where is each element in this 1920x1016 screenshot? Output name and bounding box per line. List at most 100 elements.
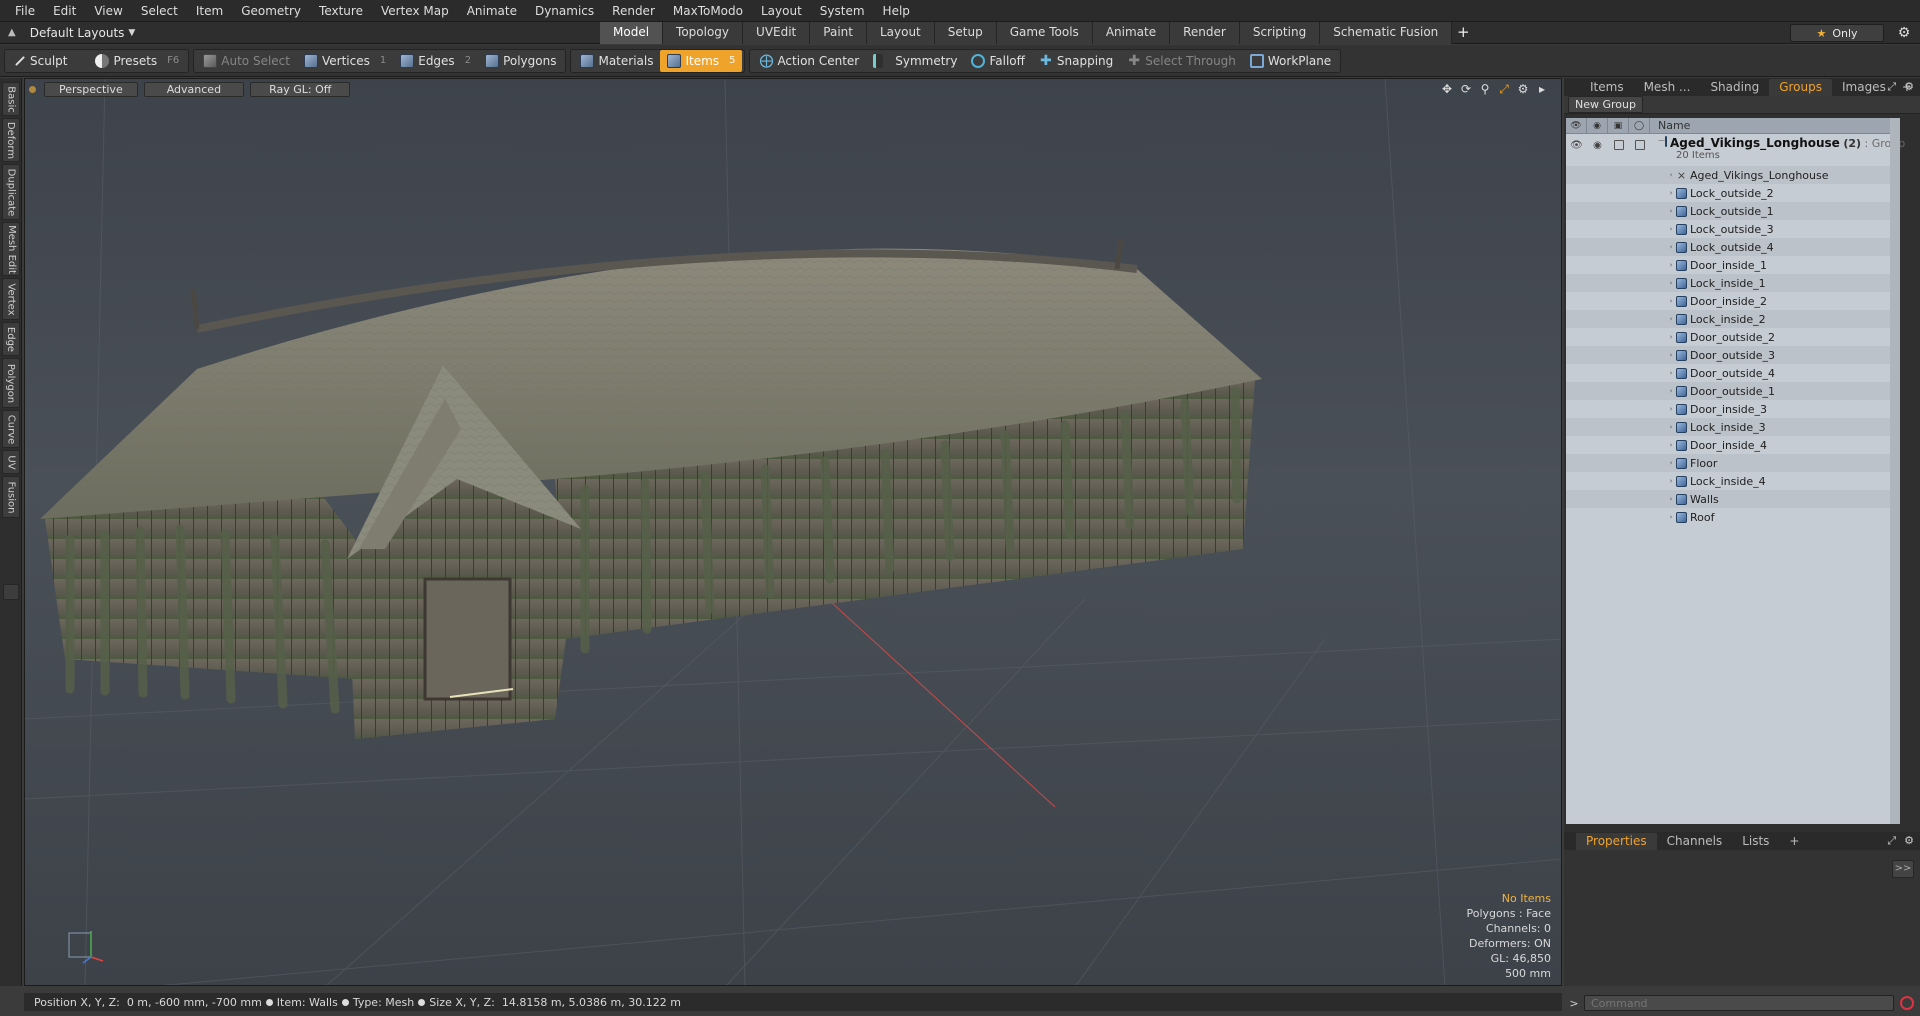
expand-button[interactable]: >> [1892, 860, 1914, 878]
menu-layout[interactable]: Layout [752, 0, 811, 22]
snapping-button[interactable]: ✚ Snapping [1032, 50, 1120, 72]
tab-lists[interactable]: Lists [1732, 833, 1779, 850]
tab-properties[interactable]: Properties [1576, 832, 1657, 850]
tab-animate[interactable]: Animate [1092, 21, 1171, 44]
eye-icon[interactable]: 👁 [1566, 136, 1587, 154]
expand-arrow-icon[interactable]: › [1666, 189, 1676, 197]
menu-select[interactable]: Select [132, 0, 187, 22]
tab-images[interactable]: Images [1832, 79, 1896, 96]
left-tab-deform[interactable]: Deform [2, 118, 20, 162]
menu-vertex-map[interactable]: Vertex Map [372, 0, 458, 22]
left-tab-mesh-edit[interactable]: Mesh Edit [2, 222, 20, 276]
tree-item-row[interactable]: › Lock_outside_3 [1566, 220, 1900, 238]
menu-geometry[interactable]: Geometry [232, 0, 310, 22]
command-input[interactable] [1584, 995, 1894, 1011]
menu-system[interactable]: System [811, 0, 874, 22]
tab-game-tools[interactable]: Game Tools [996, 21, 1093, 44]
menu-edit[interactable]: Edit [44, 0, 85, 22]
expand-arrow-icon[interactable]: › [1666, 351, 1676, 359]
layout-selector[interactable]: ▲ Default Layouts ▼ [0, 26, 600, 40]
render-icon[interactable]: ◉ [1587, 136, 1608, 154]
tree-item-row[interactable]: › Lock_inside_4 [1566, 472, 1900, 490]
tab-model[interactable]: Model [600, 21, 664, 44]
action-center-button[interactable]: ⨁ Action Center [752, 50, 866, 72]
menu-dynamics[interactable]: Dynamics [526, 0, 603, 22]
expand-arrow-icon[interactable]: › [1666, 279, 1676, 287]
expand-arrow-icon[interactable]: › [1666, 297, 1676, 305]
new-group-button[interactable]: New Group [1568, 96, 1643, 113]
gear-icon[interactable]: ⚙ [1904, 80, 1914, 94]
tree-item-row[interactable]: › Door_inside_4 [1566, 436, 1900, 454]
gear-icon[interactable]: ⚙ [1896, 25, 1912, 41]
tree-item-row[interactable]: › Lock_outside_2 [1566, 184, 1900, 202]
render-icon[interactable]: ◉ [1587, 117, 1608, 134]
tab-shading[interactable]: Shading [1700, 79, 1769, 96]
left-tab-fusion[interactable]: Fusion [2, 476, 20, 518]
expand-arrow-icon[interactable]: › [1666, 171, 1676, 179]
menu-item[interactable]: Item [187, 0, 232, 22]
left-tab-polygon[interactable]: Polygon [2, 358, 20, 408]
tab-items[interactable]: Items [1580, 79, 1634, 96]
expand-arrow-icon[interactable]: › [1666, 369, 1676, 377]
items-button[interactable]: Items 5 [660, 49, 743, 72]
tree-item-row[interactable]: › Roof [1566, 508, 1900, 526]
expand-arrow-icon[interactable]: › [1666, 261, 1676, 269]
expand-arrow-icon[interactable]: › [1666, 333, 1676, 341]
maximize-icon[interactable]: ⤢ [1887, 80, 1896, 94]
tree-item-row[interactable]: › Door_inside_1 [1566, 256, 1900, 274]
presets-button[interactable]: Presets F6 [88, 50, 186, 72]
shading-dropdown[interactable]: Advanced [143, 82, 245, 97]
tree-item-row[interactable]: › Lock_inside_2 [1566, 310, 1900, 328]
expand-arrow-icon[interactable]: › [1666, 405, 1676, 413]
tree-item-row[interactable]: › Lock_inside_1 [1566, 274, 1900, 292]
menu-view[interactable]: View [85, 0, 131, 22]
tree-item-row[interactable]: › ⨯ Aged_Vikings_Longhouse [1566, 166, 1900, 184]
rotate-icon[interactable]: ⟳ [1459, 82, 1473, 96]
expand-arrow-icon[interactable]: › [1666, 459, 1676, 467]
tree-item-row[interactable]: › Door_outside_4 [1566, 364, 1900, 382]
expand-arrow-icon[interactable]: › [1666, 387, 1676, 395]
gear-icon[interactable]: ⚙ [1904, 834, 1914, 848]
tab-render[interactable]: Render [1170, 21, 1240, 44]
tree-item-row[interactable]: › Door_inside_2 [1566, 292, 1900, 310]
lock-icon[interactable]: ▣ [1608, 117, 1629, 134]
select-toggle[interactable] [1629, 136, 1650, 154]
auto-select-button[interactable]: Auto Select [196, 50, 297, 72]
layout-up-icon[interactable]: ▲ [8, 27, 16, 38]
expand-arrow-icon[interactable]: › [1666, 243, 1676, 251]
expand-arrow-icon[interactable]: › [1666, 225, 1676, 233]
workplane-button[interactable]: WorkPlane [1243, 50, 1338, 72]
menu-texture[interactable]: Texture [310, 0, 372, 22]
only-button[interactable]: ★ Only [1790, 24, 1884, 42]
vertices-button[interactable]: Vertices 1 [297, 50, 393, 72]
select-through-button[interactable]: ✚ Select Through [1120, 50, 1243, 72]
add-tab-button[interactable]: + [1452, 22, 1474, 44]
expand-arrow-icon[interactable]: › [1666, 477, 1676, 485]
tab-scripting[interactable]: Scripting [1239, 21, 1321, 44]
left-tab-uv[interactable]: UV [2, 450, 20, 474]
tree-item-row[interactable]: › Door_outside_2 [1566, 328, 1900, 346]
tree-item-row[interactable]: › Walls [1566, 490, 1900, 508]
tree-scrollbar[interactable] [1890, 118, 1900, 824]
gear-icon[interactable]: ⚙ [1516, 82, 1530, 96]
add-tab-button[interactable]: + [1779, 833, 1809, 850]
expand-arrow-icon[interactable]: › [1666, 441, 1676, 449]
tree-item-row[interactable]: › Lock_outside_4 [1566, 238, 1900, 256]
command-history-button[interactable]: > [1564, 997, 1584, 1010]
left-tab-vertex[interactable]: Vertex [2, 278, 20, 320]
tab-mesh[interactable]: Mesh ... [1634, 79, 1701, 96]
tab-schematic-fusion[interactable]: Schematic Fusion [1320, 21, 1453, 44]
stop-icon[interactable] [1900, 996, 1914, 1010]
tree-item-row[interactable]: › Door_inside_3 [1566, 400, 1900, 418]
tab-groups[interactable]: Groups [1769, 79, 1832, 96]
sculpt-button[interactable]: Sculpt [7, 50, 74, 72]
expand-arrow-icon[interactable]: › [1666, 207, 1676, 215]
search-icon[interactable]: ⚲ [1478, 82, 1492, 96]
tab-layout[interactable]: Layout [866, 21, 935, 44]
select-icon[interactable]: ◯ [1629, 117, 1650, 134]
tree-item-row[interactable]: › Lock_outside_1 [1566, 202, 1900, 220]
view-mode-dropdown[interactable]: Perspective [44, 82, 138, 97]
lock-toggle[interactable] [1608, 136, 1629, 154]
tab-setup[interactable]: Setup [934, 21, 997, 44]
left-tab-curve[interactable]: Curve [2, 410, 20, 448]
